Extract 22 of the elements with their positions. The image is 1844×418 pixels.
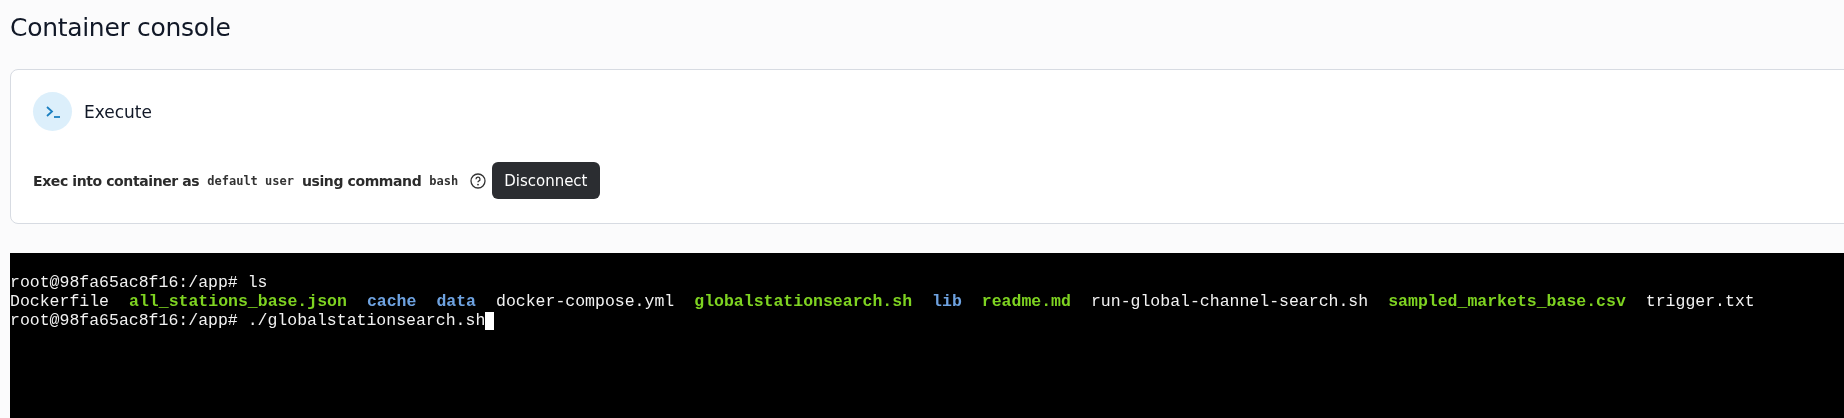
terminal-text: data <box>436 292 476 311</box>
exec-label: using command <box>301 172 422 189</box>
terminal-text: root@98fa65ac8f16:/app# ls <box>10 273 268 292</box>
page-title: Container console <box>10 12 232 44</box>
exec-label: Exec into container as <box>33 172 200 189</box>
exec-code: default user <box>207 173 294 188</box>
terminal-text: docker-compose.yml <box>496 292 675 311</box>
terminal-icon <box>33 92 72 131</box>
terminal-text: trigger.txt <box>1645 292 1755 311</box>
disconnect-button[interactable]: Disconnect <box>492 162 600 199</box>
terminal-text: run-global-channel-search.sh <box>1090 292 1369 311</box>
terminal-text: root@98fa65ac8f16:/app# ./globalstationsearch.sh <box>10 311 486 330</box>
exec-code: bash <box>429 173 459 188</box>
card-heading: Execute <box>84 101 152 122</box>
terminal-text: sampled_markets_base.csv <box>1388 292 1626 311</box>
terminal-text: lib <box>932 292 962 311</box>
terminal-text: all_stations_base.json <box>129 292 347 311</box>
help-icon[interactable] <box>470 172 487 189</box>
terminal-text: readme.md <box>981 292 1071 311</box>
terminal-text: globalstationsearch.sh <box>694 292 913 311</box>
terminal-text: cache <box>366 292 417 311</box>
terminal-text: Dockerfile <box>10 292 110 311</box>
